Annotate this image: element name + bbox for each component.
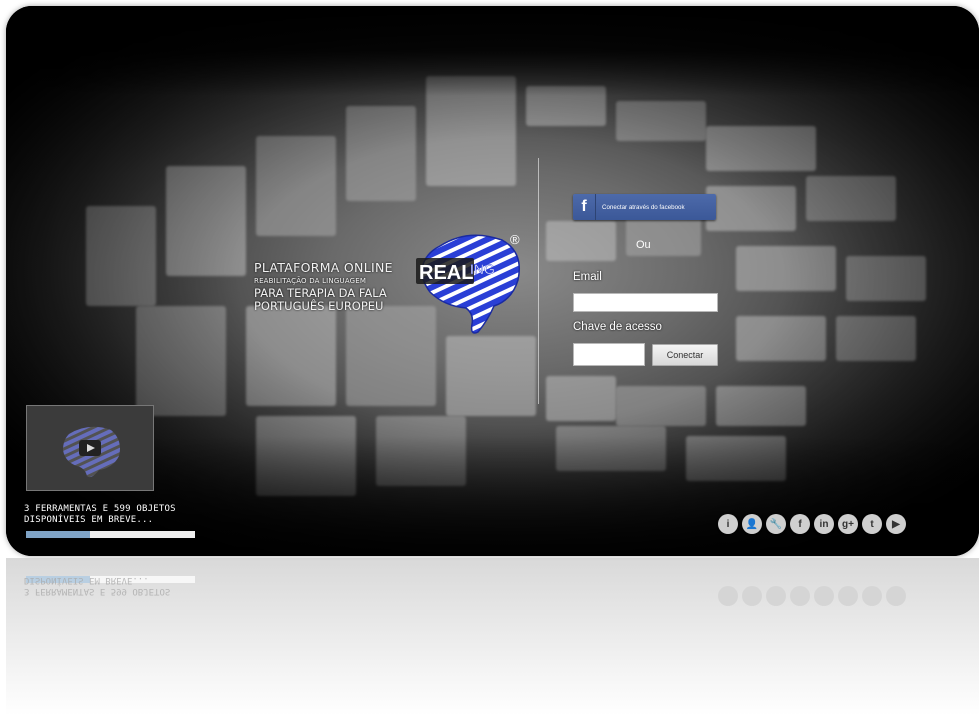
youtube-icon[interactable]: ▶ <box>886 514 906 534</box>
status-line1: 3 FERRAMENTAS E 599 OBJETOS <box>24 504 176 514</box>
facebook-connect-button[interactable]: f Conectar através do facebook <box>573 194 716 220</box>
social-links: i 👤 🔧 f in g+ t ▶ <box>718 514 906 534</box>
or-label: Ou <box>636 239 651 251</box>
tagline-line4: PORTUGUÊS EUROPEU <box>254 299 384 314</box>
facebook-icon: f <box>573 194 596 220</box>
status-text: 3 FERRAMENTAS E 599 OBJETOS DISPONÍVEIS … <box>24 504 176 526</box>
linkedin-icon[interactable]: in <box>814 514 834 534</box>
svg-text:ING: ING <box>470 261 495 277</box>
facebook-connect-label: Conectar através do facebook <box>602 203 685 211</box>
user-icon[interactable]: 👤 <box>742 514 762 534</box>
logo-text: REAL <box>419 262 473 284</box>
progress-fill <box>26 531 91 538</box>
reflection: 3 FERRAMENTAS E 599 OBJETOS DISPONÍVEIS … <box>6 558 979 724</box>
twitter-icon[interactable]: t <box>862 514 882 534</box>
info-icon[interactable]: i <box>718 514 738 534</box>
tagline: PLATAFORMA ONLINE REABILITAÇÃO DA LINGUA… <box>254 261 393 313</box>
reflection-status-text: 3 FERRAMENTAS E 599 OBJETOS DISPONÍVEIS … <box>24 575 171 596</box>
video-thumbnail[interactable] <box>26 405 154 491</box>
email-label: Email <box>573 271 602 283</box>
email-field[interactable] <box>573 293 718 312</box>
tagline-line2: REABILITAÇÃO DA LINGUAGEM <box>254 276 367 285</box>
loading-progress-bar <box>26 531 195 538</box>
realing-logo: REAL ING ® <box>416 232 520 334</box>
wrench-icon[interactable]: 🔧 <box>766 514 786 534</box>
registered-mark: ® <box>510 232 520 247</box>
password-label: Chave de acesso <box>573 321 662 333</box>
tagline-line1: PLATAFORMA ONLINE <box>254 260 393 275</box>
status-line2: DISPONÍVEIS EM BREVE... <box>24 515 154 525</box>
password-field[interactable] <box>573 343 645 366</box>
connect-button[interactable]: Conectar <box>652 344 718 366</box>
divider <box>538 158 539 404</box>
video-play-icon <box>27 406 153 490</box>
facebook-social-icon[interactable]: f <box>790 514 810 534</box>
googleplus-icon[interactable]: g+ <box>838 514 858 534</box>
